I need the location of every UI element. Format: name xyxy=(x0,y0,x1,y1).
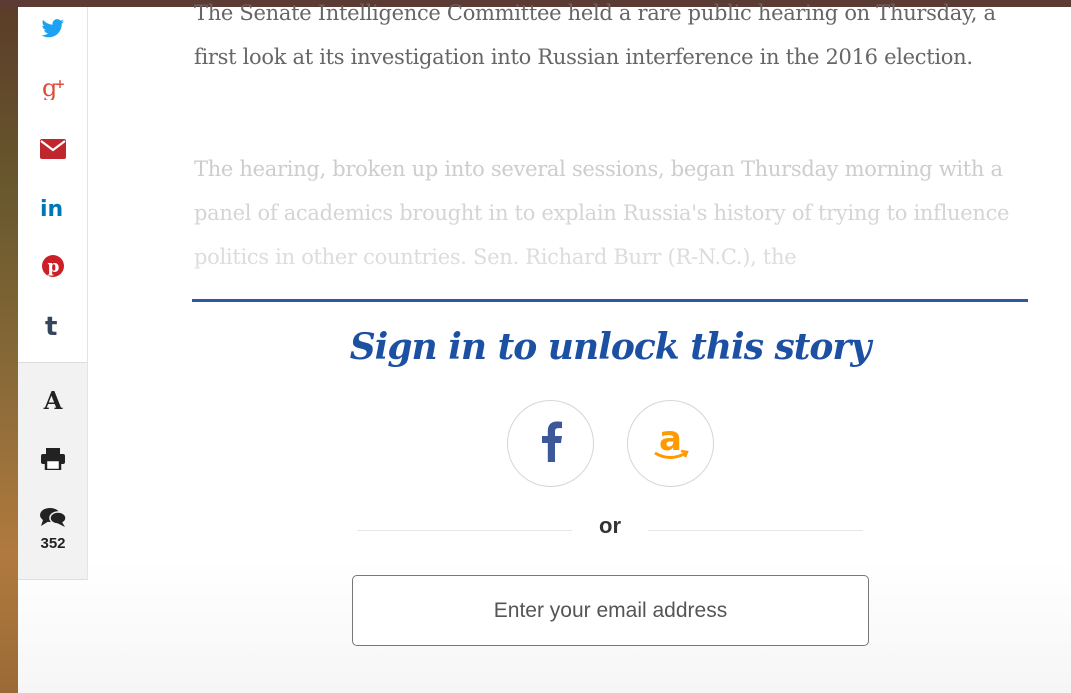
share-tumblr-button[interactable]: t xyxy=(18,304,88,344)
linkedin-icon: in xyxy=(40,195,66,219)
svg-text:p: p xyxy=(48,257,60,277)
email-field[interactable] xyxy=(352,575,869,646)
article-paragraph: The Senate Intelligence Committee held a… xyxy=(194,1,996,69)
comments-count: 352 xyxy=(40,535,66,552)
print-icon xyxy=(41,448,65,470)
print-button[interactable] xyxy=(18,439,88,479)
background-left-strip xyxy=(0,0,18,693)
comments-icon xyxy=(40,507,66,527)
svg-text:t: t xyxy=(45,312,57,338)
facebook-signin-button[interactable] xyxy=(507,400,594,487)
or-divider-text: or xyxy=(599,513,621,538)
comments-button[interactable] xyxy=(18,500,88,534)
share-google-plus-button[interactable]: g + xyxy=(18,67,88,107)
paywall-title: Sign in to unlock this story xyxy=(349,326,872,368)
google-plus-icon: g + xyxy=(40,74,66,100)
pinterest-icon: p xyxy=(41,254,65,278)
divider-line-left xyxy=(357,530,572,531)
amazon-icon: a xyxy=(650,419,692,467)
text-size-label: A xyxy=(43,385,63,415)
svg-text:a: a xyxy=(659,420,682,459)
svg-text:+: + xyxy=(55,77,65,91)
share-email-button[interactable] xyxy=(18,129,88,169)
svg-text:in: in xyxy=(40,197,63,219)
tumblr-icon: t xyxy=(43,310,63,338)
share-twitter-button[interactable] xyxy=(18,9,88,49)
share-pinterest-button[interactable]: p xyxy=(18,246,88,286)
divider-line-right xyxy=(648,530,863,531)
facebook-icon xyxy=(538,420,564,467)
twitter-icon xyxy=(41,19,65,39)
text-size-button[interactable]: A xyxy=(18,380,88,420)
article-paragraph-faded: The hearing, broken up into several sess… xyxy=(194,157,1010,269)
amazon-signin-button[interactable]: a xyxy=(627,400,714,487)
paywall-divider-rule xyxy=(192,299,1028,302)
email-icon xyxy=(40,139,66,159)
share-linkedin-button[interactable]: in xyxy=(18,187,88,227)
